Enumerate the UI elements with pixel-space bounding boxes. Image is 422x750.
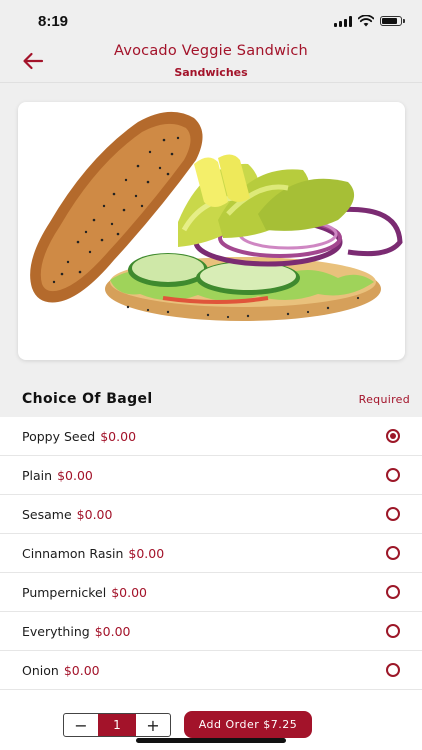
option-price: $0.00 bbox=[111, 585, 147, 600]
battery-icon bbox=[380, 16, 405, 26]
page-subtitle: Sandwiches bbox=[174, 66, 248, 79]
option-row[interactable]: Sesame $0.00 bbox=[0, 495, 422, 534]
add-order-button[interactable]: Add Order $7.25 bbox=[184, 711, 312, 738]
option-name: Everything bbox=[22, 624, 90, 639]
page-title: Avocado Veggie Sandwich bbox=[114, 43, 308, 59]
option-label: Cinnamon Rasin $0.00 bbox=[22, 546, 164, 561]
option-name: Plain bbox=[22, 468, 53, 483]
option-label: Sesame $0.00 bbox=[22, 507, 112, 522]
status-icons bbox=[334, 15, 405, 27]
option-price: $0.00 bbox=[63, 663, 100, 678]
radio-icon[interactable] bbox=[386, 624, 400, 638]
option-row[interactable]: Plain $0.00 bbox=[0, 456, 422, 495]
option-name: Onion bbox=[22, 663, 59, 678]
section-header: Choice Of Bagel Required bbox=[0, 383, 422, 417]
option-row[interactable]: Onion $0.00 bbox=[0, 651, 422, 690]
option-price: $0.00 bbox=[57, 468, 93, 483]
nav-header: Avocado Veggie Sandwich Sandwiches bbox=[0, 38, 422, 83]
option-row[interactable]: Pumpernickel $0.00 bbox=[0, 573, 422, 612]
sandwich-photo bbox=[30, 111, 403, 321]
option-name: Poppy Seed bbox=[22, 429, 96, 444]
option-name: Cinnamon Rasin bbox=[22, 546, 124, 561]
quantity-stepper: − 1 + bbox=[63, 713, 171, 737]
option-label: Onion $0.00 bbox=[22, 663, 100, 678]
option-row[interactable]: Everything $0.00 bbox=[0, 612, 422, 651]
radio-icon[interactable] bbox=[386, 546, 400, 560]
home-indicator bbox=[136, 738, 286, 743]
option-price: $0.00 bbox=[100, 429, 137, 444]
increment-button[interactable]: + bbox=[136, 714, 170, 736]
decrement-button[interactable]: − bbox=[64, 714, 98, 736]
product-image bbox=[18, 102, 405, 360]
radio-selected-icon[interactable] bbox=[386, 429, 400, 443]
option-label: Plain $0.00 bbox=[22, 468, 93, 483]
option-label: Everything $0.00 bbox=[22, 624, 130, 639]
status-time: 8:19 bbox=[38, 13, 69, 30]
wifi-icon bbox=[358, 15, 374, 27]
option-row[interactable]: Poppy Seed $0.00 bbox=[0, 417, 422, 456]
radio-icon[interactable] bbox=[386, 507, 400, 521]
radio-icon[interactable] bbox=[386, 585, 400, 599]
radio-icon[interactable] bbox=[386, 468, 400, 482]
radio-icon[interactable] bbox=[386, 663, 400, 677]
option-row[interactable]: Cinnamon Rasin $0.00 bbox=[0, 534, 422, 573]
option-price: $0.00 bbox=[94, 624, 131, 639]
option-price: $0.00 bbox=[128, 546, 165, 561]
option-label: Pumpernickel $0.00 bbox=[22, 585, 147, 600]
required-badge: Required bbox=[358, 393, 410, 406]
option-label: Poppy Seed $0.00 bbox=[22, 429, 136, 444]
option-name: Sesame bbox=[22, 507, 72, 522]
signal-icon bbox=[334, 15, 352, 27]
option-name: Pumpernickel bbox=[22, 585, 107, 600]
option-price: $0.00 bbox=[76, 507, 113, 522]
quantity-value: 1 bbox=[98, 714, 136, 736]
section-title: Choice Of Bagel bbox=[22, 391, 153, 407]
bagel-options-list: Poppy Seed $0.00 Plain $0.00 Sesame $0.00 C… bbox=[0, 417, 422, 690]
